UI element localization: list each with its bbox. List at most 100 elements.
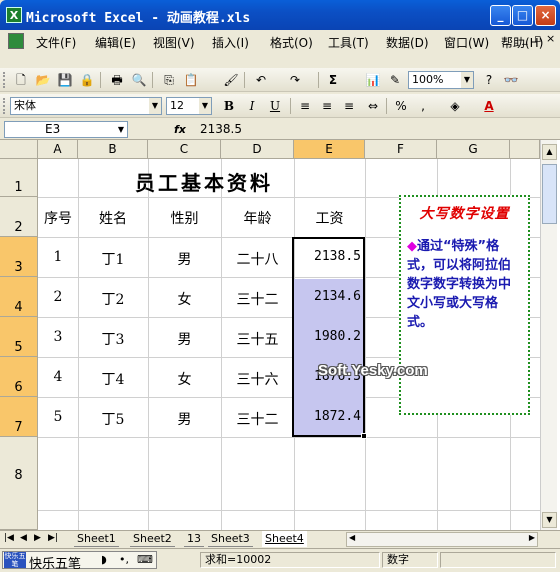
sheet-title-cell[interactable]: 员工基本资料 bbox=[38, 167, 370, 196]
underline-icon[interactable]: U bbox=[266, 97, 284, 115]
scroll-up-icon[interactable]: ▲ bbox=[542, 144, 557, 160]
annotation-textbox[interactable]: 大写数字设置 ◆通过“特殊”格式，可以将阿拉伯数字数字转换为中文小写或大写格式。 bbox=[399, 195, 530, 415]
copy-icon[interactable]: ⎘ bbox=[160, 71, 178, 89]
workbook-icon[interactable] bbox=[8, 33, 24, 49]
align-right-icon[interactable]: ≡ bbox=[340, 97, 358, 115]
format-painter-icon[interactable]: 🖌 bbox=[222, 71, 240, 89]
chart-wizard-icon[interactable]: 📊 bbox=[364, 71, 382, 89]
font-size-select[interactable]: 12 ▼ bbox=[166, 97, 212, 115]
fill-color-icon[interactable]: ◈ bbox=[446, 97, 464, 115]
drawing-icon[interactable]: ✎ bbox=[386, 71, 404, 89]
permission-icon[interactable]: 🔒 bbox=[78, 71, 96, 89]
row-header-2[interactable]: 2 bbox=[0, 197, 38, 237]
column-header-g[interactable]: G bbox=[437, 140, 510, 159]
menu-insert[interactable]: 插入(I) bbox=[212, 34, 249, 51]
data-cell[interactable]: 丁2 bbox=[78, 289, 148, 309]
bold-icon[interactable]: B bbox=[220, 97, 238, 115]
tab-sheet3[interactable]: Sheet3 bbox=[208, 531, 253, 547]
data-cell[interactable]: 3 bbox=[38, 329, 78, 345]
align-left-icon[interactable]: ≡ bbox=[296, 97, 314, 115]
moon-icon[interactable]: ◗ bbox=[101, 553, 107, 566]
zoom-select[interactable]: 100% ▼ bbox=[408, 71, 474, 89]
header-cell-gender[interactable]: 性别 bbox=[148, 208, 221, 228]
vertical-scrollbar[interactable]: ▲ ▼ bbox=[540, 140, 557, 530]
row-header-6[interactable]: 6 bbox=[0, 357, 38, 397]
row-header-4[interactable]: 4 bbox=[0, 277, 38, 317]
print-icon[interactable]: 🖶 bbox=[108, 71, 126, 89]
select-all-corner[interactable] bbox=[0, 140, 38, 159]
scroll-thumb[interactable] bbox=[542, 164, 557, 224]
data-cell[interactable]: 三十二 bbox=[221, 289, 294, 309]
doc-minimize-button[interactable]: _ bbox=[522, 32, 528, 45]
menu-tools[interactable]: 工具(T) bbox=[328, 34, 369, 51]
menu-format[interactable]: 格式(O) bbox=[270, 34, 313, 51]
data-cell[interactable]: 2 bbox=[38, 289, 78, 305]
row-header-3[interactable]: 3 bbox=[0, 237, 38, 277]
data-cell[interactable]: 三十五 bbox=[221, 329, 294, 349]
open-icon[interactable]: 📂 bbox=[34, 71, 52, 89]
close-button[interactable]: × bbox=[535, 5, 556, 26]
chevron-down-icon[interactable]: ▼ bbox=[149, 98, 161, 114]
menu-edit[interactable]: 编辑(E) bbox=[95, 34, 136, 51]
data-cell[interactable]: 三十六 bbox=[221, 369, 294, 389]
tab-sheet2[interactable]: Sheet2 bbox=[130, 531, 175, 547]
scroll-down-icon[interactable]: ▼ bbox=[542, 512, 557, 528]
paste-icon[interactable]: 📋 bbox=[182, 71, 200, 89]
row-header-8[interactable]: 8 bbox=[0, 437, 38, 530]
column-header-b[interactable]: B bbox=[78, 140, 148, 159]
punctuation-icon[interactable]: •, bbox=[119, 553, 129, 566]
menu-file[interactable]: 文件(F) bbox=[36, 34, 76, 51]
align-center-icon[interactable]: ≡ bbox=[318, 97, 336, 115]
column-header-a[interactable]: A bbox=[38, 140, 78, 159]
first-sheet-icon[interactable]: |◀ bbox=[4, 533, 14, 543]
menu-view[interactable]: 视图(V) bbox=[153, 34, 195, 51]
row-header-7[interactable]: 7 bbox=[0, 397, 38, 437]
header-cell-age[interactable]: 年龄 bbox=[221, 208, 294, 228]
tab-sheet4[interactable]: Sheet4 bbox=[262, 531, 307, 547]
data-cell[interactable]: 丁3 bbox=[78, 329, 148, 349]
data-cell[interactable]: 三十二 bbox=[221, 409, 294, 429]
data-cell[interactable]: 4 bbox=[38, 369, 78, 385]
merge-center-icon[interactable]: ⇔ bbox=[364, 97, 382, 115]
scroll-left-icon[interactable]: ◀ bbox=[349, 533, 355, 542]
horizontal-scrollbar[interactable]: ◀ ▶ bbox=[346, 532, 538, 547]
print-preview-icon[interactable]: 🔍 bbox=[130, 71, 148, 89]
data-cell[interactable]: 1 bbox=[38, 249, 78, 265]
data-cell[interactable]: 男 bbox=[148, 329, 221, 349]
redo-icon[interactable]: ↷ bbox=[286, 71, 304, 89]
keyboard-icon[interactable]: ⌨ bbox=[137, 553, 153, 566]
data-cell[interactable]: 男 bbox=[148, 249, 221, 269]
column-header-d[interactable]: D bbox=[221, 140, 294, 159]
ime-name[interactable]: 快乐五笔 bbox=[29, 553, 81, 572]
row-header-5[interactable]: 5 bbox=[0, 317, 38, 357]
column-header-e[interactable]: E bbox=[294, 140, 365, 159]
header-cell-salary[interactable]: 工资 bbox=[294, 208, 365, 228]
excel-app-icon[interactable]: X bbox=[6, 7, 22, 23]
data-cell[interactable]: 丁5 bbox=[78, 409, 148, 429]
column-header-h[interactable] bbox=[510, 140, 540, 159]
menu-window[interactable]: 窗口(W) bbox=[444, 34, 489, 51]
doc-restore-button[interactable]: ▫ bbox=[534, 32, 541, 45]
prev-sheet-icon[interactable]: ◀ bbox=[20, 533, 27, 543]
ime-toolbar[interactable]: 快乐五笔 快乐五笔 ◗ •, ⌨ bbox=[2, 551, 157, 572]
data-cell[interactable]: 女 bbox=[148, 289, 221, 309]
chevron-down-icon[interactable]: ▼ bbox=[118, 122, 124, 137]
data-cell[interactable]: 丁1 bbox=[78, 249, 148, 269]
data-cell[interactable]: 丁4 bbox=[78, 369, 148, 389]
ime-logo[interactable]: 快乐五笔 bbox=[4, 552, 26, 568]
decimal-icon[interactable]: , bbox=[414, 97, 432, 115]
tab-13[interactable]: 13 bbox=[184, 531, 204, 547]
next-sheet-icon[interactable]: ▶ bbox=[34, 533, 41, 543]
doc-close-button[interactable]: × bbox=[546, 32, 555, 45]
tab-sheet1[interactable]: Sheet1 bbox=[74, 531, 119, 547]
help-icon[interactable]: ? bbox=[480, 71, 498, 89]
name-box[interactable]: E3 ▼ bbox=[4, 121, 128, 138]
data-cell[interactable]: 二十八 bbox=[221, 249, 294, 269]
menu-data[interactable]: 数据(D) bbox=[386, 34, 429, 51]
column-header-c[interactable]: C bbox=[148, 140, 221, 159]
italic-icon[interactable]: I bbox=[243, 97, 261, 115]
research-icon[interactable]: 👓 bbox=[502, 71, 520, 89]
data-cell[interactable]: 5 bbox=[38, 409, 78, 425]
formula-input[interactable]: 2138.5 bbox=[200, 122, 242, 136]
header-cell-name[interactable]: 姓名 bbox=[78, 208, 148, 228]
